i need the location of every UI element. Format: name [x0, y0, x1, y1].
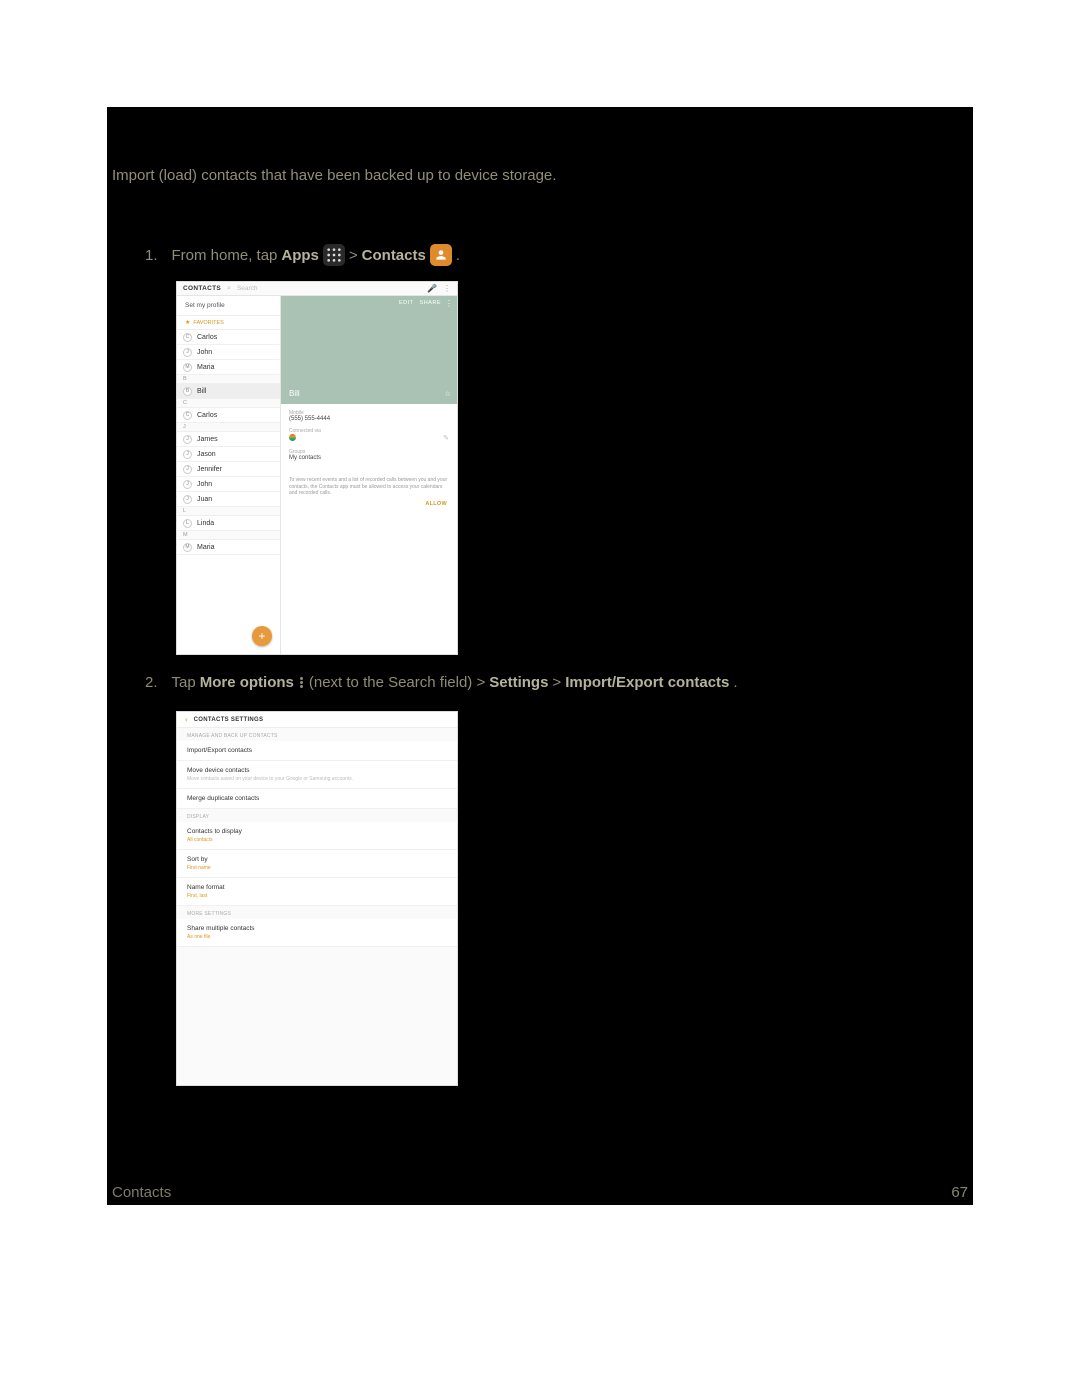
settings-item[interactable]: Move device contactsMove contacts saved … — [177, 761, 457, 789]
step-sep: > — [552, 674, 561, 691]
step-sep: > — [349, 247, 358, 264]
settings-item[interactable]: Import/Export contacts — [177, 741, 457, 761]
import-export-label: Import/Export contacts — [565, 674, 729, 691]
search-placeholder[interactable]: Search — [237, 285, 258, 292]
settings-item[interactable]: Name formatFirst, last — [177, 878, 457, 906]
settings-item[interactable]: Merge duplicate contacts — [177, 789, 457, 809]
favorites-header: ★ FAVORITES — [177, 316, 280, 330]
settings-item[interactable]: Share multiple contactsAs one file — [177, 919, 457, 947]
contact-header: EDIT SHARE ⋮ Bill ☆ — [281, 296, 457, 404]
more-options-label: More options — [200, 674, 294, 691]
avatar: M — [183, 543, 192, 552]
settings-item[interactable]: Sort byFirst name — [177, 850, 457, 878]
settings-group-header: DISPLAY — [177, 809, 457, 822]
section-header: J — [177, 423, 280, 432]
avatar: J — [183, 480, 192, 489]
settings-title: CONTACTS SETTINGS — [194, 717, 264, 723]
contact-details: Mobile (555) 555-4444 Connected via ✎ Gr… — [281, 404, 457, 473]
step-text: Tap — [172, 674, 196, 691]
settings-label: Settings — [489, 674, 548, 691]
step-number: 2. — [145, 674, 158, 691]
back-icon[interactable]: ‹ — [185, 715, 188, 724]
list-item[interactable]: JJennifer — [177, 462, 280, 477]
set-my-profile[interactable]: Set my profile — [177, 296, 280, 316]
groups-value[interactable]: My contacts — [289, 455, 449, 461]
edit-button[interactable]: EDIT — [399, 300, 414, 306]
list-item[interactable]: JJuan — [177, 492, 280, 507]
list-item[interactable]: MMaria — [177, 360, 280, 375]
settings-group-header: MORE SETTINGS — [177, 906, 457, 919]
edit-icon[interactable]: ✎ — [443, 434, 449, 442]
list-item[interactable]: BBill — [177, 384, 280, 399]
footer-page-number: 67 — [951, 1184, 968, 1201]
search-icon[interactable]: ⌕ — [227, 285, 231, 293]
list-item[interactable]: JJohn — [177, 477, 280, 492]
contacts-topbar: CONTACTS ⌕ Search 🎤 ⋮ — [177, 282, 457, 296]
section-header: B — [177, 375, 280, 384]
contacts-list-pane: Set my profile ★ FAVORITES CCarlos JJohn… — [177, 296, 281, 654]
more-icon[interactable]: ⋮ — [445, 299, 453, 308]
contacts-title: CONTACTS — [183, 285, 221, 292]
step-text: (next to the Search field) > — [309, 674, 485, 691]
star-icon: ★ — [185, 319, 190, 326]
contacts-icon — [430, 244, 452, 266]
screenshot-contacts-app: CONTACTS ⌕ Search 🎤 ⋮ Set my profile ★ F… — [176, 281, 458, 655]
avatar: J — [183, 435, 192, 444]
mic-icon[interactable]: 🎤 — [427, 284, 437, 293]
contacts-label: Contacts — [362, 247, 426, 264]
settings-header: ‹ CONTACTS SETTINGS — [177, 712, 457, 728]
avatar: J — [183, 495, 192, 504]
mobile-value[interactable]: (555) 555-4444 — [289, 416, 449, 422]
avatar: J — [183, 465, 192, 474]
favorite-star-icon[interactable]: ☆ — [445, 390, 451, 398]
avatar: C — [183, 333, 192, 342]
add-contact-fab[interactable]: + — [252, 626, 272, 646]
list-item[interactable]: CCarlos — [177, 330, 280, 345]
step-tail: . — [733, 674, 737, 691]
step-number: 1. — [145, 247, 158, 264]
contact-detail-pane: EDIT SHARE ⋮ Bill ☆ Mobile (555) 555-444… — [281, 296, 457, 654]
list-item[interactable]: LLinda — [177, 516, 280, 531]
footer-section: Contacts — [112, 1184, 171, 1201]
avatar: M — [183, 363, 192, 372]
avatar: J — [183, 450, 192, 459]
avatar: C — [183, 411, 192, 420]
avatar: J — [183, 348, 192, 357]
apps-icon — [323, 244, 345, 266]
step-text: From home, tap — [172, 247, 278, 264]
section-header: C — [177, 399, 280, 408]
list-item[interactable]: CCarlos — [177, 408, 280, 423]
section-header: M — [177, 531, 280, 540]
step-tail: . — [456, 247, 460, 264]
more-icon[interactable]: ⋮ — [443, 284, 451, 293]
more-options-icon — [298, 677, 305, 688]
avatar: L — [183, 519, 192, 528]
list-item[interactable]: MMaria — [177, 540, 280, 555]
permission-note: To view recent events and a list of reco… — [281, 473, 457, 501]
settings-group-header: MANAGE AND BACK UP CONTACTS — [177, 728, 457, 741]
list-item[interactable]: JJohn — [177, 345, 280, 360]
google-icon — [289, 434, 296, 441]
screenshot-contacts-settings: ‹ CONTACTS SETTINGS MANAGE AND BACK UP C… — [176, 711, 458, 1086]
share-button[interactable]: SHARE — [420, 300, 441, 306]
settings-item[interactable]: Contacts to displayAll contacts — [177, 822, 457, 850]
step-2: 2. Tap More options (next to the Search … — [145, 674, 738, 691]
allow-button[interactable]: ALLOW — [281, 501, 457, 513]
list-item[interactable]: JJames — [177, 432, 280, 447]
list-item[interactable]: JJason — [177, 447, 280, 462]
step-1: 1. From home, tap Apps > Contacts . — [145, 244, 460, 266]
manual-page: Import (load) contacts that have been ba… — [107, 107, 973, 1205]
intro-text: Import (load) contacts that have been ba… — [112, 167, 556, 184]
contact-name: Bill — [289, 389, 300, 398]
apps-label: Apps — [281, 247, 319, 264]
section-header: L — [177, 507, 280, 516]
avatar: B — [183, 387, 192, 396]
